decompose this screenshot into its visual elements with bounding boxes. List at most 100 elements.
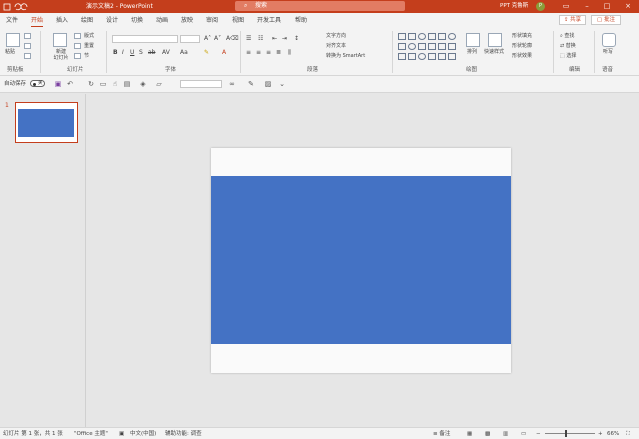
quick-styles-label[interactable]: 快速样式 (484, 49, 504, 55)
slide-thumbnail[interactable] (15, 102, 78, 143)
reading-view-icon[interactable]: ▥ (503, 430, 508, 438)
tab-home[interactable]: 开始 (31, 16, 44, 27)
zoom-slider[interactable] (545, 430, 595, 437)
blue-rectangle-shape[interactable] (211, 176, 511, 344)
font-size-input[interactable] (180, 35, 200, 43)
normal-view-icon[interactable]: ▦ (467, 430, 472, 438)
decrease-font-icon[interactable]: A˅ (214, 36, 221, 42)
cut-icon[interactable] (24, 33, 31, 39)
ribbon-display-icon[interactable]: ▭ (557, 0, 575, 13)
touch-mode-icon[interactable]: ☝ (111, 80, 119, 88)
avatar[interactable]: P (536, 2, 545, 11)
paste-icon[interactable] (6, 33, 20, 47)
tab-slideshow[interactable]: 放映 (181, 16, 193, 25)
undo-icon[interactable]: ↶ (66, 80, 74, 88)
shape-effects-button[interactable]: 形状效果 (512, 53, 532, 59)
new-slide-label[interactable]: 新建 幻灯片 (51, 49, 71, 61)
autosave-toggle[interactable]: 关 (30, 80, 45, 87)
italic-icon[interactable]: I (122, 50, 124, 56)
tab-draw[interactable]: 绘图 (81, 16, 93, 25)
zoom-level[interactable]: 66% (607, 430, 619, 438)
section-label[interactable]: 节 (84, 53, 89, 59)
increase-font-icon[interactable]: A˄ (204, 36, 211, 42)
tab-help[interactable]: 帮助 (295, 16, 307, 25)
section-icon[interactable] (74, 53, 81, 59)
change-case-icon[interactable]: Aa (180, 50, 188, 56)
convert-smartart-button[interactable]: 转换为 SmartArt (326, 53, 365, 59)
tab-animations[interactable]: 动画 (156, 16, 168, 25)
zoom-in-icon[interactable]: + (598, 430, 603, 438)
accessibility-status[interactable]: 辅助功能: 调查 (165, 430, 202, 438)
bullets-icon[interactable]: ☰ (246, 36, 251, 42)
strikethrough-icon[interactable]: ab (148, 50, 156, 56)
justify-icon[interactable]: ≣ (276, 50, 281, 56)
zoom-out-icon[interactable]: − (536, 430, 541, 438)
tab-design[interactable]: 设计 (106, 16, 118, 25)
comments-button[interactable]: ▢ 批注 (591, 15, 621, 25)
highlight-icon[interactable]: ✎ (204, 50, 209, 56)
shape-outline-button[interactable]: 形状轮廓 (512, 43, 532, 49)
increase-indent-icon[interactable]: ⇥ (282, 36, 287, 42)
minimize-icon[interactable]: – (578, 0, 596, 13)
shape-fill-button[interactable]: 形状填充 (512, 33, 532, 39)
tab-insert[interactable]: 插入 (56, 16, 68, 25)
arrange-label[interactable]: 排列 (467, 49, 477, 55)
pen-icon[interactable]: ✎ (247, 80, 255, 88)
shadow-icon[interactable]: S (139, 50, 143, 56)
format-painter-icon[interactable] (24, 53, 31, 59)
link-icon[interactable]: ∞ (228, 80, 236, 88)
notes-button[interactable]: ≡ 备注 (433, 430, 450, 438)
font-name-input[interactable] (112, 35, 178, 43)
slideshow-view-icon[interactable]: ▭ (521, 430, 526, 438)
arrange-icon[interactable] (466, 33, 480, 47)
shape-fill-small-icon[interactable]: ◈ (139, 80, 147, 88)
microphone-icon[interactable] (602, 33, 616, 47)
reset-label[interactable]: 重置 (84, 43, 94, 49)
replace-button[interactable]: ⇄ 替换 (560, 43, 576, 49)
tab-developer[interactable]: 开发工具 (257, 16, 281, 25)
align-right-icon[interactable]: ≡ (266, 50, 271, 56)
font-size-quick-input[interactable] (180, 80, 222, 88)
language[interactable]: 中文(中国) (130, 430, 156, 438)
text-direction-button[interactable]: 文字方向 (326, 33, 346, 39)
tab-review[interactable]: 审阅 (206, 16, 218, 25)
columns-icon[interactable]: ⫼ (288, 50, 291, 56)
layout-icon[interactable] (74, 33, 81, 39)
tab-view[interactable]: 视图 (232, 16, 244, 25)
find-button[interactable]: ⌕ 查找 (560, 33, 574, 39)
tab-file[interactable]: 文件 (6, 16, 18, 25)
slide-sorter-icon[interactable]: ▩ (485, 430, 490, 438)
shapes-gallery[interactable] (398, 33, 456, 63)
shape-outline-small-icon[interactable]: ▱ (155, 80, 163, 88)
search-box[interactable]: ⌕ 搜索 (235, 1, 405, 11)
align-left-icon[interactable]: ≡ (246, 50, 251, 56)
save-icon[interactable]: ▣ (54, 80, 62, 88)
start-slideshow-icon[interactable]: ▭ (99, 80, 107, 88)
copy-icon[interactable] (24, 43, 31, 49)
char-spacing-icon[interactable]: AV (162, 50, 170, 56)
new-slide-icon[interactable] (53, 33, 67, 47)
redo-icon[interactable]: ↻ (87, 80, 95, 88)
customize-toolbar-icon[interactable]: ⌄ (278, 80, 286, 88)
fit-to-window-icon[interactable]: ⛶ (626, 430, 630, 438)
clear-format-icon[interactable]: A⌫ (226, 36, 239, 42)
user-name[interactable]: PPT 克鲁斯 (500, 2, 528, 11)
underline-icon[interactable]: U (130, 50, 134, 56)
maximize-icon[interactable]: □ (598, 0, 616, 13)
close-icon[interactable]: × (619, 0, 637, 13)
font-color-icon[interactable]: A (222, 50, 226, 56)
align-center-icon[interactable]: ≡ (256, 50, 261, 56)
bold-icon[interactable]: B (113, 50, 118, 56)
share-button[interactable]: ⇪ 共享 (559, 15, 586, 25)
dictate-label[interactable]: 听写 (603, 49, 613, 55)
slide-canvas[interactable] (211, 148, 511, 373)
spellcheck-icon[interactable]: ▣ (119, 430, 124, 438)
reset-icon[interactable] (74, 43, 81, 49)
tab-transitions[interactable]: 切换 (131, 16, 143, 25)
paste-small-icon[interactable]: ▤ (123, 80, 131, 88)
decrease-indent-icon[interactable]: ⇤ (272, 36, 277, 42)
line-spacing-icon[interactable]: ↕ (294, 36, 299, 42)
zoom-slider-thumb[interactable] (565, 430, 567, 437)
picture-icon[interactable]: ▨ (264, 80, 272, 88)
quick-styles-icon[interactable] (488, 33, 502, 47)
